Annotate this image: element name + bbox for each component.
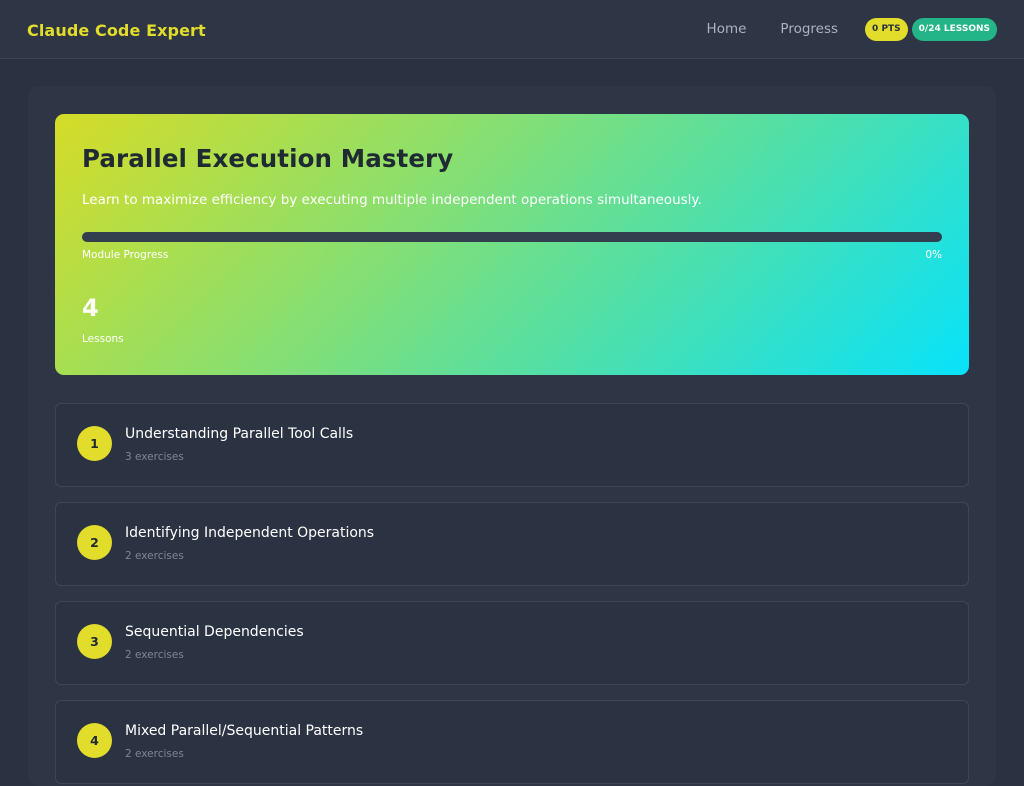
- lessons-completed-badge: 0/24 LESSONS: [911, 17, 997, 41]
- lesson-title: Understanding Parallel Tool Calls: [125, 426, 354, 442]
- module-title: Parallel Execution Mastery: [82, 144, 454, 173]
- lesson-card-3[interactable]: 3 Sequential Dependencies 2 exercises: [55, 601, 969, 685]
- module-progress-label: Module Progress: [82, 249, 169, 261]
- lesson-exercise-count: 3 exercises: [125, 451, 184, 463]
- nav-progress-link[interactable]: Progress: [780, 21, 838, 37]
- top-nav: Home Progress 0 PTS 0/24 LESSONS: [707, 17, 997, 41]
- lesson-number-badge: 1: [77, 426, 112, 461]
- lesson-card-4[interactable]: 4 Mixed Parallel/Sequential Patterns 2 e…: [55, 700, 969, 784]
- lesson-title: Sequential Dependencies: [125, 624, 304, 640]
- lesson-exercise-count: 2 exercises: [125, 649, 184, 661]
- points-badge: 0 PTS: [865, 17, 908, 41]
- module-hero-card: Parallel Execution Mastery Learn to maxi…: [55, 114, 969, 375]
- lesson-number-badge: 4: [77, 723, 112, 758]
- lesson-exercise-count: 2 exercises: [125, 550, 184, 562]
- lesson-number-badge: 3: [77, 624, 112, 659]
- module-description: Learn to maximize efficiency by executin…: [82, 192, 702, 208]
- nav-home-link[interactable]: Home: [707, 21, 747, 37]
- lesson-title: Identifying Independent Operations: [125, 525, 375, 541]
- lesson-card-1[interactable]: 1 Understanding Parallel Tool Calls 3 ex…: [55, 403, 969, 487]
- lesson-number-badge: 2: [77, 525, 112, 560]
- module-progress-percent: 0%: [925, 249, 942, 261]
- module-progress-bar: [82, 232, 942, 242]
- top-navbar: Claude Code Expert Home Progress 0 PTS 0…: [0, 0, 1024, 59]
- brand-title[interactable]: Claude Code Expert: [27, 21, 206, 40]
- lesson-title: Mixed Parallel/Sequential Patterns: [125, 723, 364, 739]
- lesson-exercise-count: 2 exercises: [125, 748, 184, 760]
- lesson-card-2[interactable]: 2 Identifying Independent Operations 2 e…: [55, 502, 969, 586]
- lesson-count-label: Lessons: [82, 333, 124, 345]
- lesson-count: 4: [82, 294, 99, 322]
